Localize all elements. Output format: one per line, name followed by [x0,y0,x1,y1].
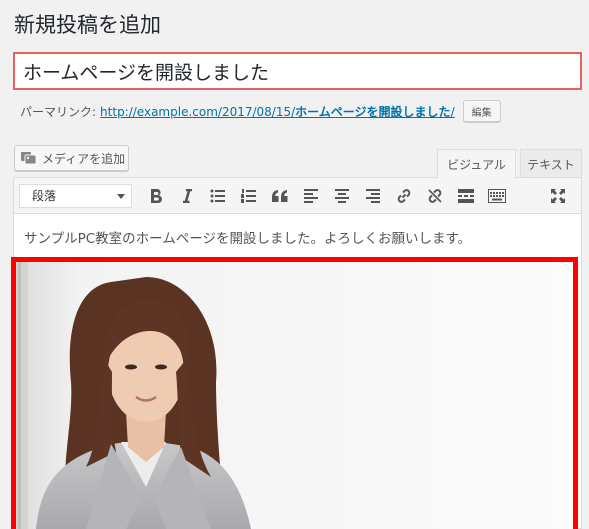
add-media-label: メディアを追加 [42,151,126,166]
toolbar-toggle-icon[interactable] [481,181,512,211]
link-icon[interactable] [388,181,419,211]
chevron-down-icon [117,193,125,199]
woman-photo [16,262,573,529]
bold-icon[interactable] [140,181,171,211]
post-title-field[interactable] [13,52,582,90]
tab-visual[interactable]: ビジュアル [437,149,516,178]
align-center-icon[interactable] [326,181,357,211]
format-select[interactable]: 段落 [19,183,132,208]
post-title-input[interactable] [23,60,580,82]
bullet-list-icon[interactable] [202,181,233,211]
permalink-url-base: http://example.com/2017/08/15/ [100,104,296,119]
align-left-icon[interactable] [295,181,326,211]
page-title: 新規投稿を追加 [14,13,161,37]
unlink-icon[interactable] [419,181,450,211]
permalink-row: パーマリンク: http://example.com/2017/08/15/ホー… [20,100,501,122]
add-media-button[interactable]: メディアを追加 [14,145,129,171]
permalink-label: パーマリンク: [20,104,97,119]
permalink-url[interactable]: http://example.com/2017/08/15/ホームページを開設し… [100,103,455,120]
post-image[interactable] [11,257,578,529]
editor-toolbar: 段落 [14,178,581,214]
format-select-value: 段落 [32,189,57,203]
numbered-list-icon[interactable] [233,181,264,211]
blockquote-icon[interactable] [264,181,295,211]
fullscreen-icon[interactable] [542,181,573,211]
italic-icon[interactable] [171,181,202,211]
tab-text[interactable]: テキスト [520,149,582,178]
permalink-url-slug: ホームページを開設しました [295,104,451,119]
permalink-url-tail: / [450,104,455,119]
read-more-icon[interactable] [450,181,481,211]
align-right-icon[interactable] [357,181,388,211]
media-icon [21,151,37,165]
edit-permalink-button[interactable]: 編集 [462,100,501,122]
post-content-text[interactable]: サンプルPC教室のホームページを開設しました。よろしくお願いします。 [14,214,581,258]
